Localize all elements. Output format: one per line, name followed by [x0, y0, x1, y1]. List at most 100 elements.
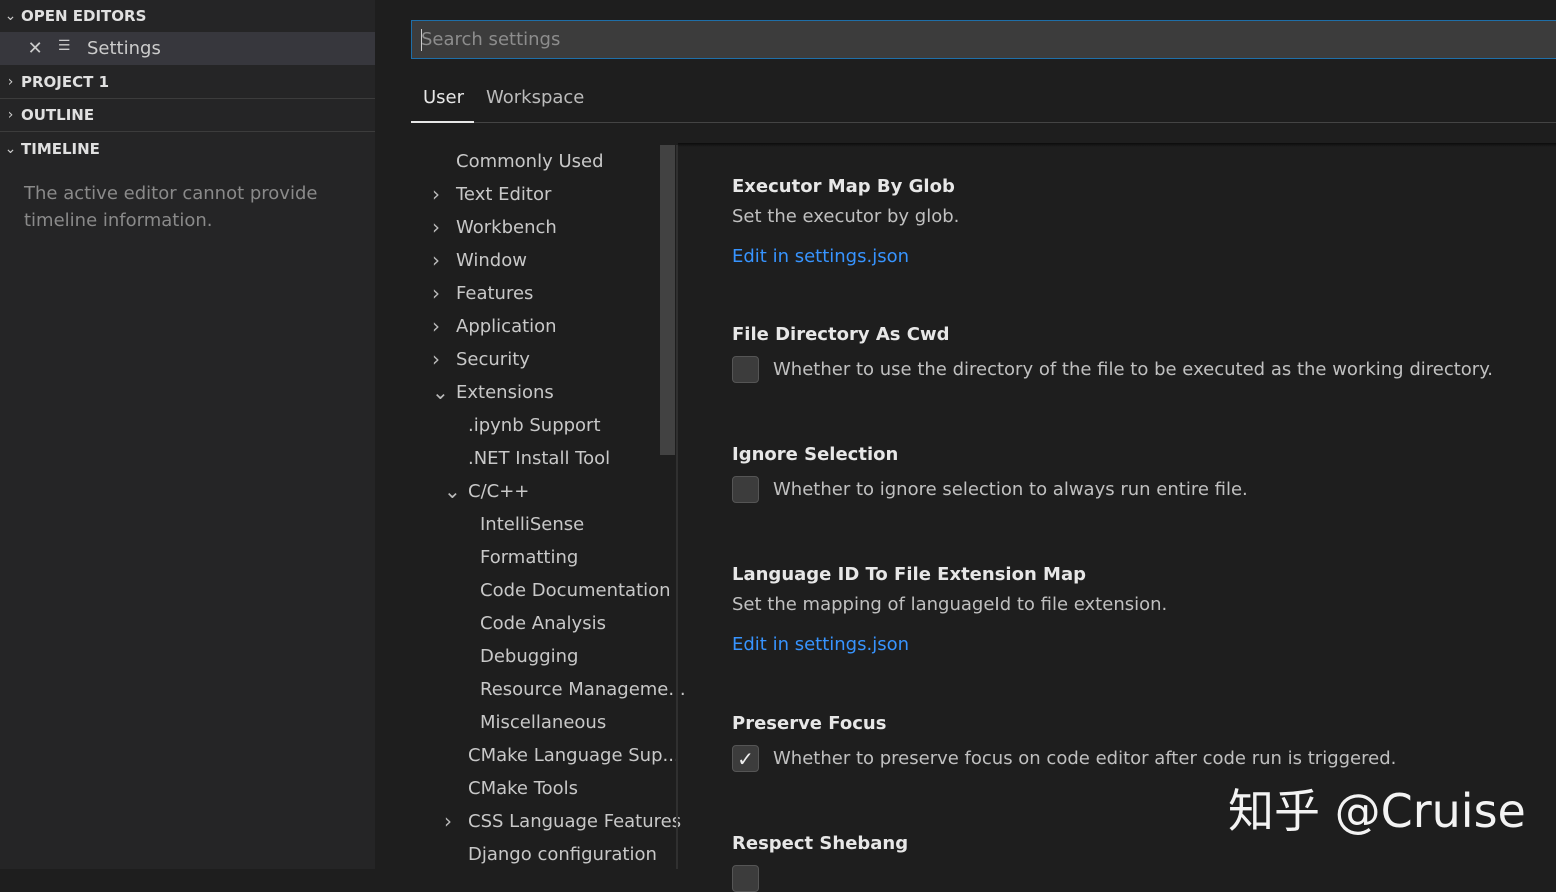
chevron-right-icon: › — [432, 310, 440, 343]
toc-item-label: IntelliSense — [480, 514, 584, 535]
chevron-down-icon: ⌄ — [432, 376, 449, 409]
toc-item[interactable]: Formatting — [480, 541, 578, 574]
setting-title: Executor Map By Glob — [732, 172, 959, 202]
chevron-right-icon: › — [0, 74, 21, 90]
chevron-right-icon: › — [432, 343, 440, 376]
toc-item[interactable]: IntelliSense — [480, 508, 584, 541]
outline-header[interactable]: ›OUTLINE — [0, 99, 375, 132]
toc-item-label: CMake Language Sup... — [468, 745, 680, 766]
chevron-right-icon: › — [432, 211, 440, 244]
setting-description: Set the executor by glob. — [732, 202, 959, 232]
open-editor-settings[interactable]: ✕☰ Settings — [0, 32, 375, 65]
chevron-down-icon: ⌄ — [444, 475, 461, 508]
toc-item[interactable]: Django configuration — [468, 838, 657, 871]
settings-file-icon: ☰ — [58, 38, 71, 59]
open-editors-header[interactable]: ⌄OPEN EDITORS — [0, 0, 375, 33]
checkbox[interactable] — [732, 356, 759, 383]
chevron-right-icon: › — [0, 107, 21, 123]
section-title: TIMELINE — [21, 140, 100, 158]
chevron-right-icon: › — [432, 244, 440, 277]
section-title: PROJECT 1 — [21, 73, 109, 91]
toc-item-label: .ipynb Support — [468, 415, 601, 436]
setting-file-directory-as-cwd: File Directory As Cwd Whether to use the… — [732, 320, 1493, 383]
setting-description: Whether to preserve focus on code editor… — [773, 748, 1396, 769]
close-icon[interactable]: ✕ — [28, 38, 43, 59]
toc-item[interactable]: ⌄Extensions — [456, 376, 554, 409]
open-editor-label: Settings — [87, 38, 161, 59]
toc-item-label: Features — [456, 283, 533, 304]
setting-title: Language ID To File Extension Map — [732, 560, 1167, 590]
setting-description: Whether to ignore selection to always ru… — [773, 479, 1248, 500]
edit-in-settings-json-link[interactable]: Edit in settings.json — [732, 242, 959, 272]
toc-item[interactable]: ⌄C/C++ — [468, 475, 529, 508]
toc-item[interactable]: Commonly Used — [456, 145, 604, 178]
chevron-right-icon: › — [432, 178, 440, 211]
checkbox[interactable] — [732, 865, 759, 892]
setting-ignore-selection: Ignore Selection Whether to ignore selec… — [732, 440, 1248, 503]
setting-title: Ignore Selection — [732, 440, 1248, 470]
toc-item-label: Miscellaneous — [480, 712, 606, 733]
toc-item[interactable]: Resource Manageme... — [480, 673, 686, 706]
icons: ✕☰ — [0, 38, 78, 59]
tab-user[interactable]: User — [423, 87, 464, 108]
toc-item-label: Django configuration — [468, 844, 657, 865]
toc-item[interactable]: ›Application — [456, 310, 557, 343]
toc-item-label: Formatting — [480, 547, 578, 568]
timeline-header[interactable]: ⌄TIMELINE — [0, 132, 375, 165]
section-title: OUTLINE — [21, 106, 94, 124]
toc-item[interactable]: ›Workbench — [456, 211, 557, 244]
check-icon: ✓ — [737, 747, 754, 771]
toc-item-label: Code Analysis — [480, 613, 606, 634]
toc-item[interactable]: .NET Install Tool — [468, 442, 610, 475]
search-placeholder: Search settings — [421, 29, 560, 50]
toc-item-label: CSS Language Features — [468, 811, 681, 832]
toc-item[interactable]: Code Analysis — [480, 607, 606, 640]
setting-language-id-map: Language ID To File Extension Map Set th… — [732, 560, 1167, 660]
setting-preserve-focus: Preserve Focus ✓ Whether to preserve focu… — [732, 709, 1396, 772]
chevron-down-icon: ⌄ — [0, 141, 21, 157]
search-settings-input[interactable]: Search settings — [411, 20, 1556, 59]
toc-item[interactable]: ›Text Editor — [456, 178, 551, 211]
chevron-down-icon: ⌄ — [0, 8, 21, 24]
toc-item-label: Debugging — [480, 646, 578, 667]
checkbox[interactable] — [732, 476, 759, 503]
setting-title: File Directory As Cwd — [732, 320, 1493, 350]
toc-item-label: Extensions — [456, 382, 554, 403]
setting-title: Preserve Focus — [732, 709, 1396, 739]
settings-scope-tabs: User Workspace — [411, 80, 1556, 123]
toc-item-label: .NET Install Tool — [468, 448, 610, 469]
toc-item[interactable]: ›Security — [456, 343, 530, 376]
scroll-shadow — [678, 143, 1556, 147]
toc-item-label: Code Documentation — [480, 580, 671, 601]
toc-item[interactable]: CMake Tools — [468, 772, 578, 805]
toc-item[interactable]: CMake Language Sup... — [468, 739, 680, 772]
setting-title: Respect Shebang — [732, 829, 908, 859]
toc-item[interactable]: Code Documentation — [480, 574, 671, 607]
toc-item[interactable]: ›Window — [456, 244, 527, 277]
toc-item-label: C/C++ — [468, 481, 529, 502]
toc-item[interactable]: ›CSS Language Features — [468, 805, 681, 838]
setting-description: Whether to use the directory of the file… — [773, 359, 1493, 380]
edit-in-settings-json-link[interactable]: Edit in settings.json — [732, 630, 1167, 660]
toc-item-label: Security — [456, 349, 530, 370]
toc-scrollbar[interactable] — [660, 145, 675, 455]
toc-item-label: CMake Tools — [468, 778, 578, 799]
timeline-message: The active editor cannot provide timelin… — [24, 180, 344, 234]
project-header[interactable]: ›PROJECT 1 — [0, 66, 375, 99]
toc-divider[interactable] — [676, 145, 678, 869]
tab-workspace[interactable]: Workspace — [486, 87, 584, 108]
chevron-right-icon: › — [432, 277, 440, 310]
toc-item[interactable]: Debugging — [480, 640, 578, 673]
explorer-sidebar: ⌄OPEN EDITORS ✕☰ Settings ›PROJECT 1 ›OU… — [0, 0, 375, 869]
active-tab-indicator — [411, 121, 474, 123]
setting-executor-map-by-glob: Executor Map By Glob Set the executor by… — [732, 172, 959, 272]
watermark: 知乎 @Cruise — [1228, 775, 1526, 841]
checkbox-checked[interactable]: ✓ — [732, 745, 759, 772]
toc-item[interactable]: .ipynb Support — [468, 409, 601, 442]
toc-item-label: Commonly Used — [456, 151, 604, 172]
toc-item[interactable]: Miscellaneous — [480, 706, 606, 739]
toc-item[interactable]: ›Features — [456, 277, 533, 310]
toc-item-label: Resource Manageme... — [480, 679, 686, 700]
toc-item-label: Workbench — [456, 217, 557, 238]
setting-respect-shebang: Respect Shebang — [732, 829, 908, 892]
